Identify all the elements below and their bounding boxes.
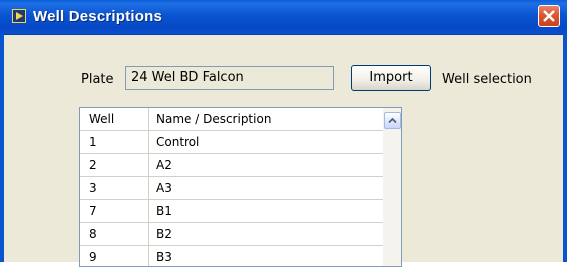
well-cell: 3	[89, 181, 97, 195]
column-header-well: Well	[89, 112, 115, 126]
column-divider	[148, 108, 149, 266]
window-frame-left	[0, 34, 4, 262]
well-table[interactable]: Well Name / Description 1 Control 2 A2 3…	[79, 107, 402, 267]
table-row[interactable]: 9 B3	[80, 246, 401, 266]
plate-field: 24 Wel BD Falcon	[125, 66, 334, 90]
well-cell: 2	[89, 158, 97, 172]
table-row[interactable]: 1 Control	[80, 131, 401, 153]
table-row[interactable]: 7 B1	[80, 200, 401, 222]
well-cell: 8	[89, 227, 97, 241]
well-cell: 7	[89, 204, 97, 218]
close-button[interactable]	[538, 5, 560, 27]
name-cell[interactable]: A2	[156, 154, 172, 175]
table-row[interactable]: 8 B2	[80, 223, 401, 245]
plate-label: Plate	[81, 72, 114, 87]
well-selection-label: Well selection	[442, 72, 532, 87]
scroll-up-button[interactable]	[384, 112, 401, 129]
import-button[interactable]: Import	[351, 65, 431, 91]
column-header-name: Name / Description	[156, 112, 272, 126]
table-header-row: Well Name / Description	[80, 108, 401, 130]
window-title: Well Descriptions	[33, 8, 162, 25]
name-cell[interactable]: Control	[156, 131, 199, 152]
window-frame-right	[563, 34, 567, 262]
name-cell[interactable]: B3	[156, 246, 172, 266]
dialog-window: Well Descriptions Plate 24 Wel BD Falcon…	[0, 0, 567, 267]
well-cell: 9	[89, 250, 97, 264]
app-icon	[12, 9, 26, 23]
table-row[interactable]: 3 A3	[80, 177, 401, 199]
table-row[interactable]: 2 A2	[80, 154, 401, 176]
well-cell: 1	[89, 135, 97, 149]
title-bar[interactable]: Well Descriptions	[0, 0, 567, 35]
name-cell[interactable]: B1	[156, 200, 172, 221]
scrollbar-track[interactable]	[383, 108, 401, 266]
name-cell[interactable]: B2	[156, 223, 172, 244]
name-cell[interactable]: A3	[156, 177, 172, 198]
